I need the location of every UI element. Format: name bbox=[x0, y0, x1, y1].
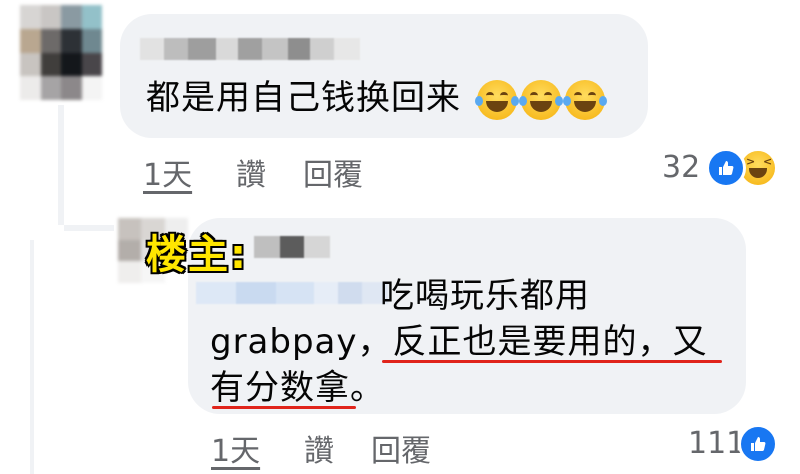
comment-bubble: 都是用自己钱换回来 bbox=[120, 14, 648, 138]
like-button[interactable]: 讚 bbox=[304, 426, 334, 470]
thread-line bbox=[58, 105, 64, 225]
reply-text-line2: grabpay，反正也是要用的，又 bbox=[210, 322, 708, 362]
reply-text-line1: 吃喝玩乐都用 bbox=[380, 276, 590, 316]
highlight-underline bbox=[382, 360, 722, 363]
tears-of-joy-emoji-icon bbox=[562, 79, 607, 120]
commenter-name-blurred[interactable] bbox=[140, 38, 360, 60]
reaction-count[interactable]: 32 bbox=[662, 150, 700, 185]
reply-button[interactable]: 回覆 bbox=[371, 426, 431, 470]
commenter-name-blurred[interactable] bbox=[196, 282, 388, 304]
thread-line bbox=[30, 240, 34, 474]
owner-label: 楼主: bbox=[145, 231, 248, 280]
reaction-count[interactable]: 111 bbox=[688, 426, 745, 461]
like-button[interactable]: 讚 bbox=[236, 150, 266, 194]
highlight-underline bbox=[212, 406, 356, 409]
reply-bubble: 吃喝玩乐都用 grabpay，反正也是要用的，又 有分数拿。 bbox=[188, 218, 746, 414]
reply-button[interactable]: 回覆 bbox=[303, 150, 363, 194]
tears-of-joy-emoji-icon bbox=[518, 79, 563, 120]
like-reaction-icon bbox=[738, 424, 778, 464]
thread-line-bend bbox=[64, 225, 114, 231]
reply-text-line3: 有分数拿。 bbox=[210, 368, 385, 408]
like-reaction-icon bbox=[706, 148, 746, 188]
avatar[interactable] bbox=[20, 5, 102, 100]
tears-of-joy-emoji-icon bbox=[474, 79, 519, 120]
comment-timestamp[interactable]: 1天 bbox=[211, 426, 260, 470]
comment-text: 都是用自己钱换回来 bbox=[146, 76, 607, 120]
commenter-name-blurred[interactable] bbox=[254, 236, 330, 258]
comment-timestamp[interactable]: 1天 bbox=[143, 150, 192, 194]
comment-text-body: 都是用自己钱换回来 bbox=[146, 78, 461, 118]
